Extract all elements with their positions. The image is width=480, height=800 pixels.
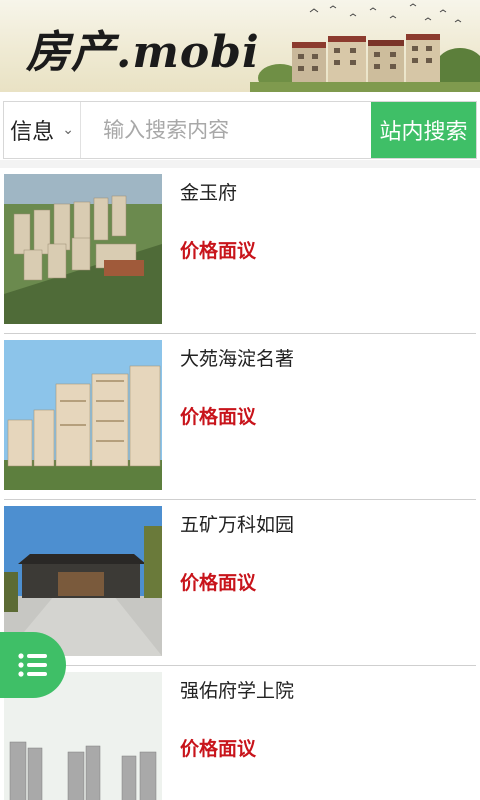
listing-price: 价格面议 (180, 738, 257, 760)
listing-title[interactable]: 金玉府 (180, 178, 237, 205)
list-item[interactable]: 金玉府 价格面议 (4, 168, 476, 334)
listing-price: 价格面议 (180, 406, 257, 428)
search-bar: 信息 ⌄ 站内搜索 (3, 101, 477, 159)
listing-thumbnail (4, 340, 162, 490)
chevron-down-icon: ⌄ (62, 122, 74, 138)
floating-menu-button[interactable] (0, 632, 66, 698)
menu-icon (18, 653, 47, 677)
site-logo[interactable]: 房产.mobi (26, 16, 260, 80)
search-button[interactable]: 站内搜索 (371, 102, 476, 158)
listing-title[interactable]: 强佑府学上院 (180, 676, 294, 703)
list-item[interactable]: 大苑海淀名著 价格面议 (4, 334, 476, 500)
listing-title[interactable]: 大苑海淀名著 (180, 344, 294, 371)
list-item[interactable]: 五矿万科如园 价格面议 (4, 500, 476, 666)
listing-list: 金玉府 价格面议 大苑海淀名著 价格面议 五矿万科如园 价格面议 强佑府学上院 … (0, 168, 480, 800)
header-banner: 房产.mobi (0, 0, 480, 92)
divider (0, 160, 480, 168)
list-item[interactable]: 强佑府学上院 价格面议 (4, 666, 476, 800)
search-input[interactable] (81, 102, 372, 158)
listing-price: 价格面议 (180, 572, 257, 594)
listing-title[interactable]: 五矿万科如园 (180, 510, 294, 537)
search-category-select[interactable]: 信息 ⌄ (4, 102, 82, 158)
listing-price: 价格面议 (180, 240, 257, 262)
banner-buildings-illustration (250, 3, 480, 92)
search-category-label: 信息 (10, 120, 55, 145)
listing-thumbnail (4, 174, 162, 324)
